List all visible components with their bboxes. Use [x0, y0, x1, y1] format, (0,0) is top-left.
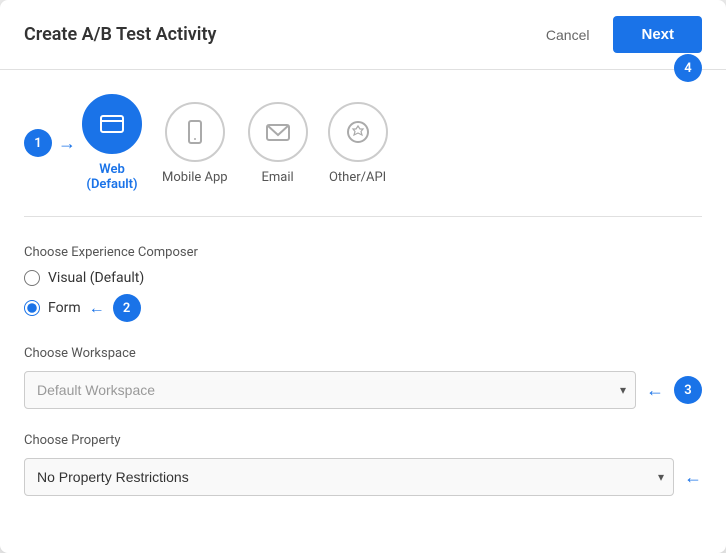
other-icon [344, 118, 372, 146]
create-ab-test-modal: Create A/B Test Activity Cancel Next 1 → [0, 0, 726, 553]
channel-row: 1 → Web(Default) [24, 94, 702, 217]
step-4-indicator: 4 [674, 54, 702, 82]
next-button[interactable]: Next [613, 16, 702, 53]
radio-row-form: Form ← 2 [24, 294, 702, 322]
property-select-wrapper: No Property Restrictions ▾ [24, 458, 674, 496]
annotation-3-bubble: 3 [674, 376, 702, 404]
web-icon [98, 110, 126, 138]
workspace-select[interactable]: Default Workspace [24, 371, 636, 409]
modal-header: Create A/B Test Activity Cancel Next [0, 0, 726, 70]
step-1-indicator: 1 [24, 129, 52, 157]
form-label[interactable]: Form [48, 300, 81, 316]
property-section: Choose Property No Property Restrictions… [24, 433, 702, 496]
visual-label[interactable]: Visual (Default) [48, 270, 144, 286]
web-icon-circle [82, 94, 142, 154]
channel-options: Web(Default) Mobile App [82, 94, 654, 192]
property-select[interactable]: No Property Restrictions [24, 458, 674, 496]
experience-composer-label: Choose Experience Composer [24, 245, 702, 260]
mobile-label: Mobile App [162, 170, 228, 185]
experience-composer-section: Choose Experience Composer Visual (Defau… [24, 245, 702, 322]
workspace-section: Choose Workspace Default Workspace ▾ ← 3 [24, 346, 702, 409]
channel-item-mobile[interactable]: Mobile App [162, 102, 228, 185]
visual-radio[interactable] [24, 270, 40, 286]
other-icon-circle [328, 102, 388, 162]
web-label: Web(Default) [86, 162, 137, 192]
annotation-2-bubble: 2 [113, 294, 141, 322]
radio-group-composer: Visual (Default) Form ← 2 [24, 270, 702, 322]
modal-title: Create A/B Test Activity [24, 24, 216, 45]
other-label: Other/API [329, 170, 386, 185]
modal-body: 1 → Web(Default) [0, 70, 726, 553]
workspace-label: Choose Workspace [24, 346, 702, 361]
workspace-select-wrapper: Default Workspace ▾ [24, 371, 636, 409]
cancel-button[interactable]: Cancel [534, 19, 602, 51]
channel-item-email[interactable]: Email [248, 102, 308, 185]
mobile-icon [181, 118, 209, 146]
radio-row-visual: Visual (Default) [24, 270, 702, 286]
email-icon [264, 118, 292, 146]
email-icon-circle [248, 102, 308, 162]
property-arrow: ← [684, 467, 702, 488]
annotation-2-arrow: ← [89, 298, 105, 318]
email-label: Email [262, 170, 294, 185]
channel-item-web[interactable]: Web(Default) [82, 94, 142, 192]
step-arrow: → [58, 133, 76, 154]
channel-item-other[interactable]: Other/API [328, 102, 388, 185]
form-radio[interactable] [24, 300, 40, 316]
annotation-3-arrow: ← [646, 380, 664, 401]
mobile-icon-circle [165, 102, 225, 162]
header-actions: Cancel Next [534, 16, 702, 53]
property-label: Choose Property [24, 433, 702, 448]
